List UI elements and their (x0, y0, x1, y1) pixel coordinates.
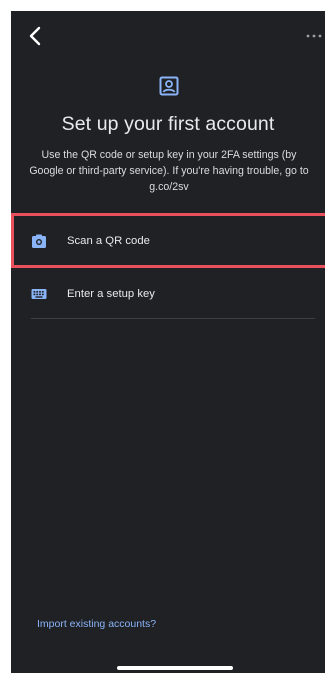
chevron-left-icon (29, 26, 41, 46)
keyboard-icon (31, 289, 47, 299)
divider (31, 318, 315, 319)
scan-qr-code-option[interactable]: Scan a QR code (11, 215, 325, 267)
scan-qr-code-label: Scan a QR code (67, 235, 150, 247)
enter-setup-key-label: Enter a setup key (67, 288, 155, 300)
import-existing-accounts-link[interactable]: Import existing accounts? (37, 617, 156, 631)
account-box-icon (159, 76, 179, 96)
page-subtitle: Use the QR code or setup key in your 2FA… (29, 149, 309, 193)
page-title: Set up your first account (61, 113, 275, 135)
back-button[interactable] (25, 25, 47, 47)
app-screen: Set up your first account Use the QR cod… (11, 11, 325, 673)
home-indicator[interactable] (117, 666, 233, 670)
enter-setup-key-option[interactable]: Enter a setup key (11, 268, 325, 320)
more-horizontal-icon (306, 34, 322, 38)
more-options-button[interactable] (305, 33, 323, 39)
camera-icon (32, 234, 46, 248)
